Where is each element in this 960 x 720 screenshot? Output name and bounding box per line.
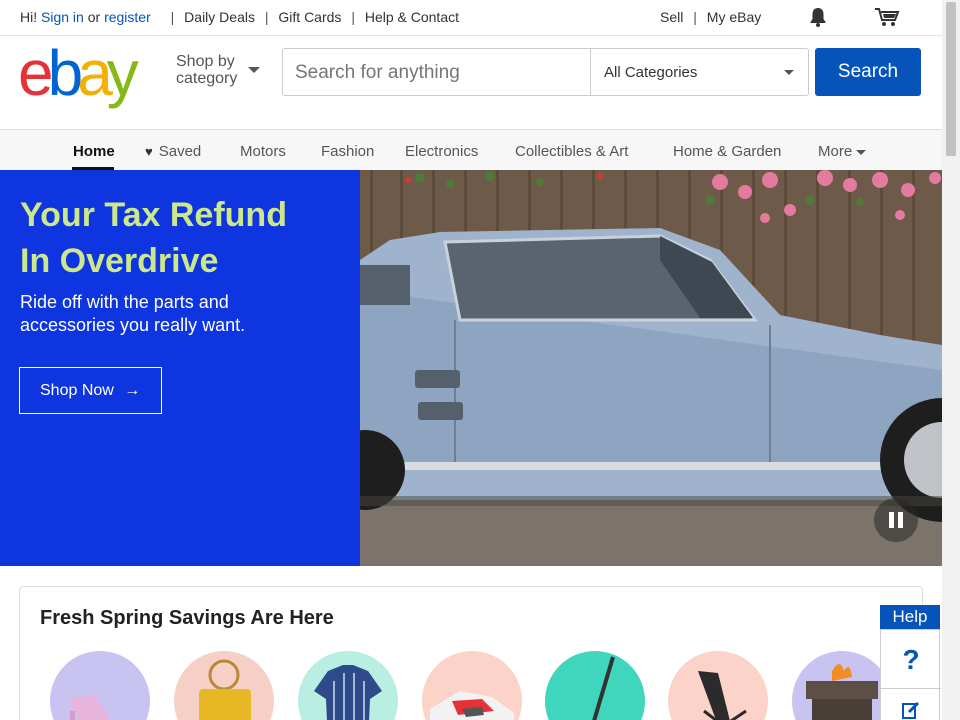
nav-fashion[interactable]: Fashion xyxy=(321,143,374,160)
page: Hi! Sign in or register | Daily Deals | … xyxy=(0,0,942,720)
cart-icon[interactable] xyxy=(874,6,900,28)
promo-item-chair[interactable] xyxy=(668,651,768,720)
hero-title-line1: Your Tax Refund xyxy=(20,196,287,234)
hero-subtitle-line1: Ride off with the parts and xyxy=(20,292,229,312)
shop-now-button[interactable]: Shop Now → xyxy=(19,367,162,414)
hero-subtitle: Ride off with the parts and accessories … xyxy=(20,291,350,337)
category-nav: Home ♥ Saved Motors Fashion Electronics C… xyxy=(0,129,942,170)
handbag-image xyxy=(199,659,251,720)
pause-button[interactable] xyxy=(874,498,918,542)
hero-image-car[interactable] xyxy=(360,170,942,566)
sneaker-image xyxy=(430,691,514,720)
pause-icon xyxy=(898,512,903,528)
nav-more[interactable]: More xyxy=(818,143,867,160)
daily-deals-link[interactable]: Daily Deals xyxy=(184,9,255,25)
nav-motors[interactable]: Motors xyxy=(240,143,286,160)
hero-title: Your Tax Refund In Overdrive xyxy=(20,192,350,284)
shop-now-label: Shop Now xyxy=(40,382,114,399)
promo-item-tool[interactable] xyxy=(545,651,645,720)
promo-item-firepit[interactable] xyxy=(792,651,892,720)
arrow-right-icon: → xyxy=(124,382,141,399)
scrollbar-thumb[interactable] xyxy=(946,2,956,156)
or-text: or xyxy=(87,9,101,25)
search-button[interactable]: Search xyxy=(815,48,921,96)
help-contact-link[interactable]: Help & Contact xyxy=(365,9,459,25)
chevron-down-icon xyxy=(248,67,260,73)
nav-saved[interactable]: ♥ Saved xyxy=(145,143,201,160)
promo-item-sneaker[interactable] xyxy=(422,651,522,720)
nav-saved-label: Saved xyxy=(158,143,202,160)
gift-cards-link[interactable]: Gift Cards xyxy=(278,9,341,25)
promo-item-shoes[interactable] xyxy=(50,651,150,720)
divider: | xyxy=(351,9,355,25)
register-link[interactable]: register xyxy=(104,9,151,25)
my-ebay-link[interactable]: My eBay xyxy=(707,9,761,25)
pause-icon xyxy=(889,512,894,528)
nav-home[interactable]: Home xyxy=(73,143,115,160)
hero-subtitle-line2: accessories you really want. xyxy=(20,315,246,335)
shop-by-category-button[interactable]: Shop by category xyxy=(176,53,260,87)
sign-in-link[interactable]: Sign in xyxy=(41,9,84,25)
category-select-value: All Categories xyxy=(604,64,698,81)
shop-by-line2: category xyxy=(176,70,238,87)
divider: | xyxy=(264,9,269,25)
divider: | xyxy=(693,9,697,25)
trimmer-image xyxy=(592,656,615,720)
chevron-down-icon xyxy=(784,70,794,75)
heart-icon: ♥ xyxy=(145,144,153,159)
lounge-chair-image xyxy=(698,671,747,720)
help-tab[interactable]: Help xyxy=(880,605,940,629)
promo-card: Fresh Spring Savings Are Here xyxy=(19,586,923,720)
nav-collectibles-art[interactable]: Collectibles & Art xyxy=(515,143,628,160)
divider xyxy=(881,688,941,689)
question-icon[interactable]: ? xyxy=(881,644,941,676)
header: ebay Shop by category Search for anythin… xyxy=(0,37,942,129)
hero-title-line2: In Overdrive xyxy=(20,242,219,280)
ebay-logo[interactable]: ebay xyxy=(18,41,139,105)
shop-by-line1: Shop by xyxy=(176,53,235,70)
shirt-image xyxy=(314,665,382,720)
promo-title: Fresh Spring Savings Are Here xyxy=(40,607,334,629)
greeting: Hi! xyxy=(20,9,38,25)
car-illustration xyxy=(360,170,942,566)
sell-link[interactable]: Sell xyxy=(660,9,683,25)
search-input[interactable]: Search for anything xyxy=(282,48,590,96)
bell-icon[interactable] xyxy=(808,6,828,28)
nav-electronics[interactable]: Electronics xyxy=(405,143,478,160)
category-select[interactable]: All Categories xyxy=(590,48,809,96)
promo-item-shirt[interactable] xyxy=(298,651,398,720)
help-panel: ? xyxy=(880,629,941,720)
heel-shoe-image xyxy=(68,695,111,720)
top-bar-right: Sell | My eBay xyxy=(660,9,761,25)
divider: | xyxy=(170,9,175,25)
feedback-icon[interactable] xyxy=(901,700,921,720)
nav-home-garden[interactable]: Home & Garden xyxy=(673,143,781,160)
promo-item-handbag[interactable] xyxy=(174,651,274,720)
chevron-down-icon xyxy=(856,149,867,155)
nav-more-label: More xyxy=(818,143,853,160)
firepit-image xyxy=(806,664,878,720)
hero-banner-text: Your Tax Refund In Overdrive Ride off wi… xyxy=(0,170,360,566)
top-bar-left: Hi! Sign in or register | Daily Deals | … xyxy=(20,9,459,25)
top-bar: Hi! Sign in or register | Daily Deals | … xyxy=(0,0,942,36)
